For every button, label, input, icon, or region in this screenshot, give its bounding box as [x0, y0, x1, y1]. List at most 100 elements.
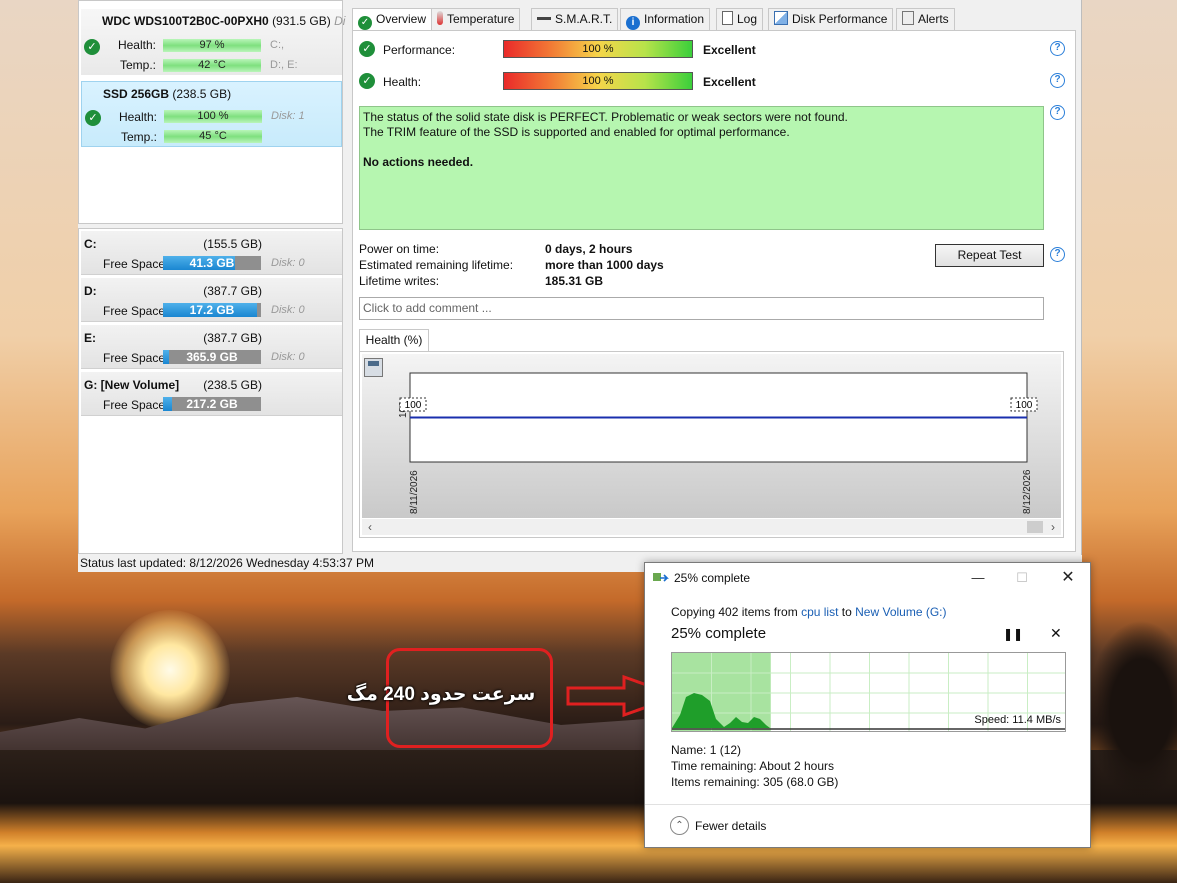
volume-item[interactable]: D: (387.7 GB) Free Space 17.2 GB Disk: 0: [81, 278, 342, 322]
chevron-up-icon[interactable]: ⌃: [670, 816, 689, 835]
free-space-label: Free Space: [103, 304, 166, 318]
health-chart: 100 100 100 8/11/2026 8/12/2026: [398, 372, 1038, 514]
volume-disk: Disk: 0: [271, 257, 305, 269]
tab-alerts[interactable]: Alerts: [896, 8, 955, 30]
lifetime-value: more than 1000 days: [545, 258, 664, 272]
free-space-bar: 365.9 GB: [163, 350, 261, 364]
items-label: Items remaining:: [671, 775, 760, 789]
volume-name: G: [New Volume]: [84, 378, 180, 392]
writes-label: Lifetime writes:: [359, 274, 440, 288]
temp-bar: 45 °C: [164, 130, 262, 143]
comment-input[interactable]: Click to add comment ...: [359, 297, 1044, 320]
maximize-button[interactable]: ☐: [1007, 567, 1037, 589]
disk-list: WDC WDS100T2B0C-00PXH0 (931.5 GB) Di ✓ H…: [78, 0, 345, 224]
tab-bar: ✓ Overview Temperature S.M.A.R.T. i Inform…: [352, 8, 972, 31]
copy-progress-dialog: 25% complete — ☐ ✕ Copying 402 items fro…: [644, 562, 1091, 848]
fewer-details-button[interactable]: Fewer details: [695, 819, 766, 833]
time-row: Time remaining: About 2 hours: [671, 759, 834, 773]
tab-log[interactable]: Log: [716, 8, 764, 30]
name-value: 1 (12): [709, 743, 742, 757]
alerts-icon: [902, 11, 914, 25]
performance-bar: 100 %: [503, 40, 693, 58]
volume-item[interactable]: E: (387.7 GB) Free Space 365.9 GB Disk: …: [81, 325, 342, 369]
x-tick-label: 8/12/2026: [1022, 469, 1033, 514]
scroll-left-icon[interactable]: ‹: [362, 519, 378, 535]
data-label-text: 100: [1016, 400, 1033, 411]
stop-button[interactable]: ✕: [1050, 625, 1062, 642]
disk-title: WDC WDS100T2B0C-00PXH0 (931.5 GB) Di: [102, 14, 345, 28]
volume-disk: Disk: 0: [271, 351, 305, 363]
disk-note-truncated: Di: [334, 14, 346, 28]
disk-title: SSD 256GB (238.5 GB): [103, 87, 231, 101]
free-space-bar: 41.3 GB: [163, 256, 261, 270]
disk-size: (238.5 GB): [172, 87, 232, 101]
disk-partitions-2: D:, E:: [270, 59, 298, 71]
tab-smart[interactable]: S.M.A.R.T.: [531, 8, 619, 30]
time-label: Time remaining:: [671, 759, 757, 773]
scroll-right-icon[interactable]: ›: [1045, 519, 1061, 535]
scroll-thumb[interactable]: [1027, 521, 1043, 533]
help-icon[interactable]: ?: [1050, 105, 1065, 120]
smart-icon: [537, 17, 551, 20]
log-icon: [722, 11, 733, 25]
help-icon[interactable]: ?: [1050, 247, 1065, 262]
check-circle-icon: ✓: [358, 16, 372, 30]
minimize-button[interactable]: —: [963, 567, 993, 589]
disk-name: SSD 256GB: [103, 87, 170, 101]
progress-heading: 25% complete: [671, 625, 767, 642]
volume-name: E:: [84, 331, 96, 345]
data-label-text: 100: [405, 400, 422, 411]
health-bar: 100 %: [164, 110, 262, 123]
free-space-label: Free Space: [103, 351, 166, 365]
volume-item[interactable]: G: [New Volume] (238.5 GB) Free Space 21…: [81, 372, 342, 416]
disk-partitions: C:,: [270, 39, 285, 51]
tab-information[interactable]: i Information: [620, 8, 711, 30]
volume-capacity: (387.7 GB): [203, 331, 262, 345]
health-label: Health:: [383, 75, 422, 89]
speed-text: Speed: 11.4 MB/s: [974, 714, 1061, 726]
x-tick-label: 8/11/2026: [409, 470, 420, 514]
health-ok-icon: ✓: [359, 73, 375, 89]
disk-item-ssd[interactable]: SSD 256GB (238.5 GB) ✓ Health: 100 % Dis…: [81, 81, 342, 147]
hard-disk-sentinel-window: WDC WDS100T2B0C-00PXH0 (931.5 GB) Di ✓ H…: [78, 0, 1082, 572]
copy-description: Copying 402 items from cpu list to New V…: [671, 605, 947, 619]
free-space-value: 41.3 GB: [189, 256, 235, 270]
time-value: About 2 hours: [759, 759, 834, 773]
data-label: 100: [1010, 397, 1038, 412]
help-icon[interactable]: ?: [1050, 73, 1065, 88]
copy-prefix: Copying 402 items from: [671, 605, 798, 619]
tab-label: Disk Performance: [792, 12, 888, 26]
temp-bar: 42 °C: [163, 59, 261, 72]
performance-chart-icon: [774, 11, 788, 25]
disk-item-wdc[interactable]: WDC WDS100T2B0C-00PXH0 (931.5 GB) Di ✓ H…: [81, 9, 345, 75]
tab-label: Log: [737, 12, 758, 26]
destination-link[interactable]: New Volume (G:): [855, 605, 946, 619]
performance-label: Performance:: [383, 43, 456, 57]
pause-button[interactable]: ❚❚: [1003, 627, 1023, 641]
tab-overview[interactable]: ✓ Overview: [352, 8, 433, 31]
status-line: The status of the solid state disk is PE…: [363, 110, 848, 124]
info-icon: i: [626, 16, 640, 30]
close-button[interactable]: ✕: [1053, 567, 1083, 589]
health-rating: Excellent: [703, 75, 756, 89]
tab-health-chart[interactable]: Health (%): [359, 329, 429, 351]
tab-disk-performance[interactable]: Disk Performance: [768, 8, 894, 30]
source-link[interactable]: cpu list: [801, 605, 838, 619]
volume-disk: Disk: 0: [271, 304, 305, 316]
chart-scrollbar[interactable]: ‹ ›: [362, 519, 1061, 535]
free-space-value: 365.9 GB: [186, 350, 238, 364]
temp-label: Temp.:: [120, 130, 157, 144]
free-space-label: Free Space: [103, 398, 166, 412]
tab-temperature[interactable]: Temperature: [431, 8, 521, 30]
disk-size: (931.5 GB): [272, 14, 331, 28]
health-chart-panel: 100 100 100 8/11/2026 8/12/2026 ‹ ›: [359, 351, 1064, 538]
disk-number: Disk: 1: [271, 110, 305, 122]
help-icon[interactable]: ?: [1050, 41, 1065, 56]
temp-label: Temp.:: [119, 58, 156, 72]
repeat-test-button[interactable]: Repeat Test: [935, 244, 1044, 267]
health-bar: 100 %: [503, 72, 693, 90]
health-label: Health:: [118, 110, 157, 124]
volume-item[interactable]: C: (155.5 GB) Free Space 41.3 GB Disk: 0: [81, 231, 342, 275]
volume-name: C:: [84, 237, 97, 251]
speed-graph: Speed: 11.4 MB/s: [671, 652, 1066, 732]
